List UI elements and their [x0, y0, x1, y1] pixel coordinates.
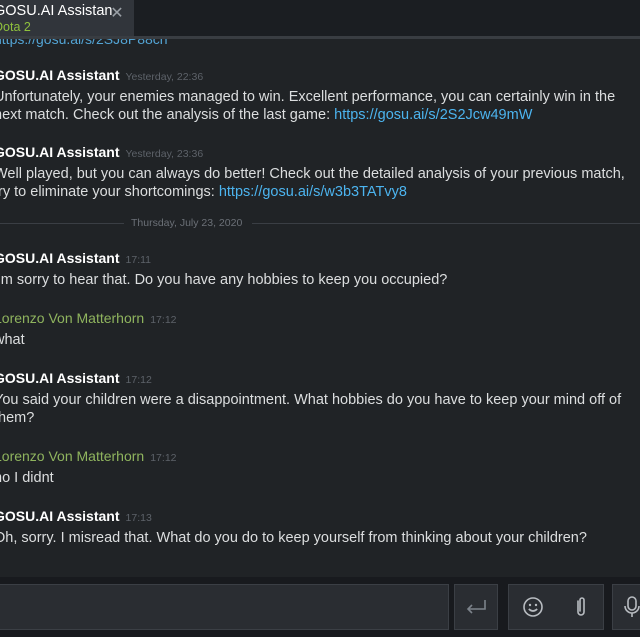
divider-line: [252, 223, 640, 224]
microphone-icon: [624, 596, 640, 617]
partial-message-link[interactable]: https://gosu.ai/s/2SJ8P88cn: [0, 39, 168, 47]
sender-name[interactable]: Lorenzo Von Matterhorn: [0, 310, 144, 326]
message-text: what: [0, 332, 25, 348]
message-timestamp: 17:12: [150, 314, 177, 326]
message: GOSU.AI Assistant 17:11 I'm sorry to hear…: [0, 250, 640, 289]
message-text: Well played, but you can always do bette…: [0, 166, 629, 200]
enter-icon: [466, 600, 486, 614]
sender-name[interactable]: GOSU.AI Assistant: [0, 508, 120, 524]
attachment-button-group: [508, 584, 604, 630]
tab-bar: GOSU.AI Assistant Dota 2 ✕: [0, 0, 640, 39]
message-timestamp: Yesterday, 23:36: [125, 148, 204, 160]
close-icon[interactable]: ✕: [109, 6, 125, 22]
message-text: no I didnt: [0, 470, 54, 486]
emoji-icon: [523, 597, 543, 617]
message: GOSU.AI Assistant Yesterday, 22:36 Unfort…: [0, 67, 640, 124]
date-divider-label: Thursday, July 23, 2020: [131, 217, 243, 229]
message-timestamp: 17:12: [125, 374, 152, 386]
message-timestamp: Yesterday, 22:36: [125, 71, 204, 83]
message-timestamp: 17:13: [125, 512, 152, 524]
sender-name[interactable]: GOSU.AI Assistant: [0, 250, 120, 266]
chat-tab[interactable]: GOSU.AI Assistant Dota 2 ✕: [0, 0, 134, 36]
message-text: You said your children were a disappoint…: [0, 392, 622, 426]
analysis-link[interactable]: https://gosu.ai/s/w3b3TATvy8: [219, 184, 407, 200]
message-timestamp: 17:11: [125, 254, 152, 266]
sender-name[interactable]: GOSU.AI Assistant: [0, 370, 120, 386]
sender-name[interactable]: Lorenzo Von Matterhorn: [0, 448, 144, 464]
tab-game-label: Dota 2: [0, 20, 31, 34]
sender-name[interactable]: GOSU.AI Assistant: [0, 67, 120, 83]
chat-window: GOSU.AI Assistant Dota 2 ✕ https://gosu.…: [0, 0, 640, 637]
message: GOSU.AI Assistant 17:12 You said your chi…: [0, 370, 640, 427]
message: GOSU.AI Assistant Yesterday, 23:36 Well p…: [0, 144, 640, 201]
message-list[interactable]: https://gosu.ai/s/2SJ8P88cn GOSU.AI Assi…: [0, 39, 640, 575]
message-text: I'm sorry to hear that. Do you have any …: [0, 272, 448, 288]
voice-button[interactable]: [612, 584, 640, 630]
message: Lorenzo Von Matterhorn 17:12 no I didnt: [0, 448, 640, 487]
message-input[interactable]: [0, 584, 449, 630]
message-text: Oh, sorry. I misread that. What do you d…: [0, 530, 587, 546]
paperclip-icon: [577, 597, 585, 616]
message: Lorenzo Von Matterhorn 17:12 what: [0, 310, 640, 349]
message-text: Unfortunately, your enemies managed to w…: [0, 89, 620, 123]
emoji-button[interactable]: [509, 585, 557, 629]
tab-title: GOSU.AI Assistant: [0, 3, 112, 19]
sender-name[interactable]: GOSU.AI Assistant: [0, 144, 120, 160]
analysis-link[interactable]: https://gosu.ai/s/2S2Jcw49mW: [334, 107, 532, 123]
divider-line: [0, 223, 124, 224]
send-button[interactable]: [454, 584, 498, 630]
date-divider: Thursday, July 23, 2020: [0, 217, 640, 229]
message-timestamp: 17:12: [150, 452, 177, 464]
message: GOSU.AI Assistant 17:13 Oh, sorry. I misr…: [0, 508, 640, 547]
message-input-bar: [0, 577, 640, 637]
attach-file-button[interactable]: [557, 585, 605, 629]
